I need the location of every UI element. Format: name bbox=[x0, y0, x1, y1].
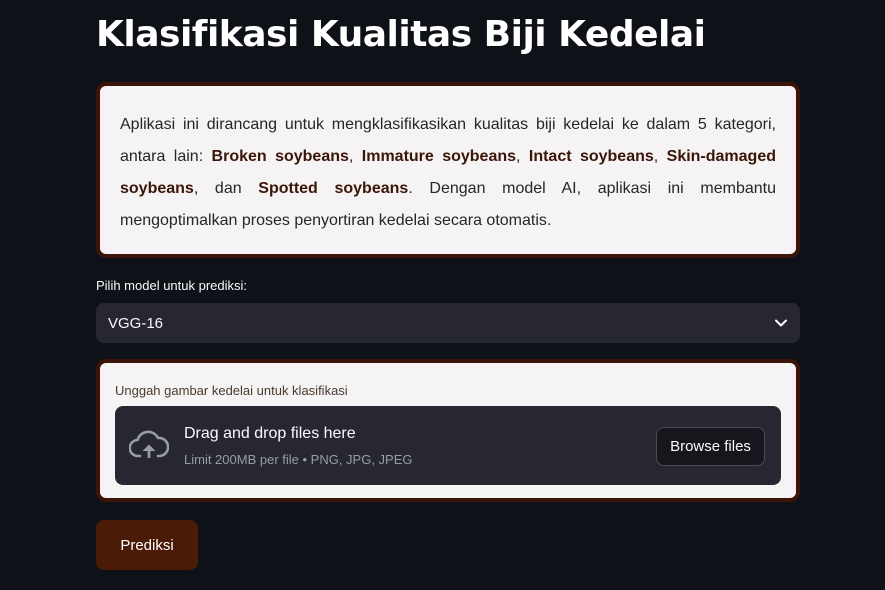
description-separator: , bbox=[653, 148, 667, 165]
browse-files-button[interactable]: Browse files bbox=[656, 427, 765, 466]
model-select[interactable]: VGG-16 bbox=[96, 303, 800, 343]
description-separator: , bbox=[516, 148, 529, 165]
model-select-label: Pilih model untuk prediksi: bbox=[96, 278, 248, 293]
description-card: Aplikasi ini dirancang untuk mengklasifi… bbox=[96, 82, 800, 258]
upload-card: Unggah gambar kedelai untuk klasifikasi … bbox=[96, 359, 800, 502]
predict-button[interactable]: Prediksi bbox=[96, 520, 198, 570]
cloud-upload-icon bbox=[128, 430, 170, 460]
file-dropzone[interactable]: Drag and drop files here Limit 200MB per… bbox=[115, 406, 781, 485]
upload-label: Unggah gambar kedelai untuk klasifikasi bbox=[115, 383, 348, 398]
category-immature: Immature soybeans bbox=[361, 148, 517, 165]
page-title: Klasifikasi Kualitas Biji Kedelai bbox=[96, 14, 706, 55]
description-separator: , bbox=[348, 148, 362, 165]
category-spotted: Spotted soybeans bbox=[258, 180, 409, 197]
chevron-down-icon[interactable] bbox=[774, 316, 788, 330]
category-intact: Intact soybeans bbox=[528, 148, 654, 165]
model-select-value: VGG-16 bbox=[108, 314, 164, 332]
app-page: Klasifikasi Kualitas Biji Kedelai Aplika… bbox=[0, 0, 885, 590]
dropzone-title: Drag and drop files here bbox=[184, 425, 356, 442]
dropzone-limit-text: Limit 200MB per file • PNG, JPG, JPEG bbox=[184, 452, 413, 467]
category-broken: Broken soybeans bbox=[211, 148, 349, 165]
description-separator: , dan bbox=[193, 180, 259, 197]
